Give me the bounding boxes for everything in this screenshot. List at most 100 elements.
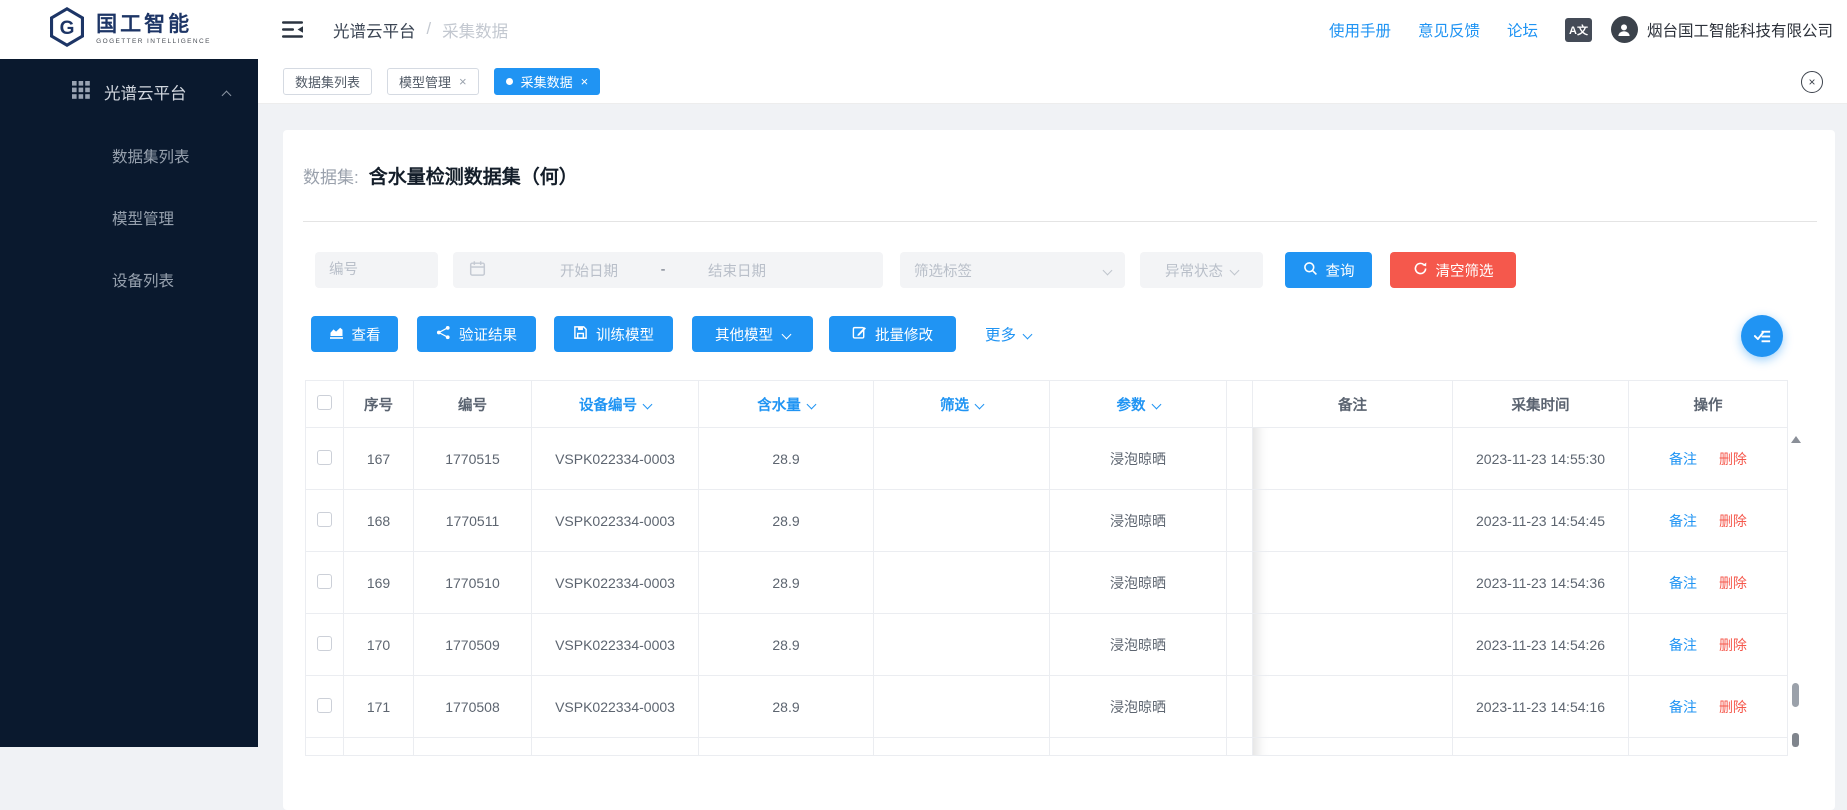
table-header-cell[interactable]: 备注 [1253,381,1453,428]
filter-tag-select[interactable]: 筛选标签 [900,252,1125,288]
remark-link[interactable]: 备注 [1669,699,1697,715]
tab[interactable]: 数据集列表 [283,68,372,95]
abnormal-status-select[interactable]: 异常状态 [1140,252,1263,288]
delete-link[interactable]: 删除 [1719,451,1747,467]
time-cell: 2023-11-23 14:54:16 [1453,676,1629,738]
table-header-cell[interactable] [1227,381,1253,428]
table-row: 170 1770509 VSPK022334-0003 28.9 浸泡晾晒 20… [306,614,1788,676]
sidebar-group-platform[interactable]: 光谱云平台 [0,59,258,125]
code-cell: 1770508 [414,676,532,738]
share-nodes-icon [436,325,451,344]
tab-label: 数据集列表 [295,72,360,91]
sidebar-item[interactable]: 数据集列表 [0,125,258,187]
row-select-cell [306,490,344,552]
sidebar-item[interactable]: 设备列表 [0,249,258,311]
ops-cell: 备注 删除 [1629,552,1788,614]
tab-close-icon[interactable]: × [581,75,589,88]
ops-cell: 备注 删除 [1629,676,1788,738]
sidebar-collapse-icon[interactable] [282,20,303,39]
breadcrumb-root[interactable]: 光谱云平台 [333,18,416,42]
remark-link[interactable]: 备注 [1669,637,1697,653]
tab-label: 采集数据 [521,72,573,91]
table-header-cell[interactable]: 编号 [414,381,532,428]
spacer-cell [1227,552,1253,614]
spacer-cell [1227,428,1253,490]
row-checkbox[interactable] [317,636,332,651]
moisture-cell: 28.9 [699,614,874,676]
sidebar-item[interactable]: 模型管理 [0,187,258,249]
topbar-link[interactable]: 使用手册 [1329,19,1391,41]
topbar-link[interactable]: 意见反馈 [1418,19,1480,41]
other-models-dropdown[interactable]: 其他模型 [692,316,813,352]
remark-link[interactable]: 备注 [1669,513,1697,529]
remark-link[interactable]: 备注 [1669,451,1697,467]
row-checkbox[interactable] [317,698,332,713]
content-card: 数据集: 含水量检测数据集（何） 开始日期 - 结束日期 筛选标签 异常状态 查… [283,130,1835,810]
table-header-row: 序号 编号 设备编号 含水量 筛选 参数 备注 采集时间 [306,381,1788,428]
device-cell: VSPK022334-0003 [532,490,699,552]
title-divider [303,221,1817,222]
row-checkbox[interactable] [317,450,332,465]
time-cell: 2023-11-23 14:54:36 [1453,552,1629,614]
scroll-up-arrow-icon[interactable] [1791,436,1801,443]
remark-link[interactable]: 备注 [1669,575,1697,591]
clear-filters-button[interactable]: 清空筛选 [1390,252,1516,288]
language-switch-icon[interactable]: A文 [1565,18,1592,42]
remark-cell [1253,614,1453,676]
breadcrumb-current: 采集数据 [442,18,508,42]
row-checkbox[interactable] [317,512,332,527]
index-cell: 170 [344,614,414,676]
view-button[interactable]: 查看 [311,316,398,352]
close-all-tabs-icon[interactable]: × [1801,71,1823,93]
account-menu[interactable]: 烟台国工智能科技有限公司 [1611,16,1833,43]
delete-link[interactable]: 删除 [1719,637,1747,653]
table-header-cell[interactable] [306,381,344,428]
device-cell: VSPK022334-0003 [532,428,699,490]
tab[interactable]: 模型管理 × [387,68,479,95]
scroll-down-arrow-icon[interactable] [1792,733,1799,747]
delete-link[interactable]: 删除 [1719,575,1747,591]
topbar-link[interactable]: 论坛 [1507,19,1538,41]
table-scrollbar[interactable] [1790,430,1801,747]
train-model-button[interactable]: 训练模型 [554,316,673,352]
table-header-cell[interactable]: 含水量 [699,381,874,428]
table-header-cell[interactable]: 筛选 [874,381,1050,428]
table-header-cell[interactable]: 序号 [344,381,414,428]
company-name[interactable]: 烟台国工智能科技有限公司 [1647,19,1833,41]
search-button[interactable]: 查询 [1285,252,1372,288]
user-avatar-icon[interactable] [1611,16,1638,43]
start-date-placeholder[interactable]: 开始日期 [534,260,644,281]
sort-chevron-icon [1151,399,1161,409]
batch-edit-button[interactable]: 批量修改 [829,316,956,352]
index-cell: 167 [344,428,414,490]
verify-results-button[interactable]: 验证结果 [417,316,536,352]
row-checkbox[interactable] [317,574,332,589]
end-date-placeholder[interactable]: 结束日期 [682,260,792,281]
table-header-cell[interactable]: 操作 [1629,381,1788,428]
number-input[interactable] [315,252,438,288]
tab-close-icon[interactable]: × [459,75,467,88]
column-settings-float-button[interactable] [1741,315,1783,357]
table-header-cell[interactable]: 设备编号 [532,381,699,428]
index-cell: 169 [344,552,414,614]
sort-chevron-icon [975,399,985,409]
param-cell: 浸泡晾晒 [1050,676,1227,738]
sidebar-group-label: 光谱云平台 [104,80,187,104]
dataset-label: 数据集: [303,163,359,188]
delete-link[interactable]: 删除 [1719,699,1747,715]
time-cell: 2023-11-23 14:54:45 [1453,490,1629,552]
moisture-cell: 28.9 [699,676,874,738]
filter-cell [874,490,1050,552]
table-header-cell[interactable]: 参数 [1050,381,1227,428]
scrollbar-thumb[interactable] [1792,683,1799,707]
more-dropdown[interactable]: 更多 [985,316,1031,352]
table-header-cell[interactable]: 采集时间 [1453,381,1629,428]
chevron-down-icon [1023,329,1033,339]
select-all-checkbox[interactable] [317,395,332,410]
brand-hexagon-icon: G [47,7,87,52]
ops-cell: 备注 删除 [1629,614,1788,676]
date-range-picker[interactable]: 开始日期 - 结束日期 [453,252,883,288]
ops-cell: 备注 删除 [1629,490,1788,552]
delete-link[interactable]: 删除 [1719,513,1747,529]
tab[interactable]: 采集数据 × [494,68,601,95]
